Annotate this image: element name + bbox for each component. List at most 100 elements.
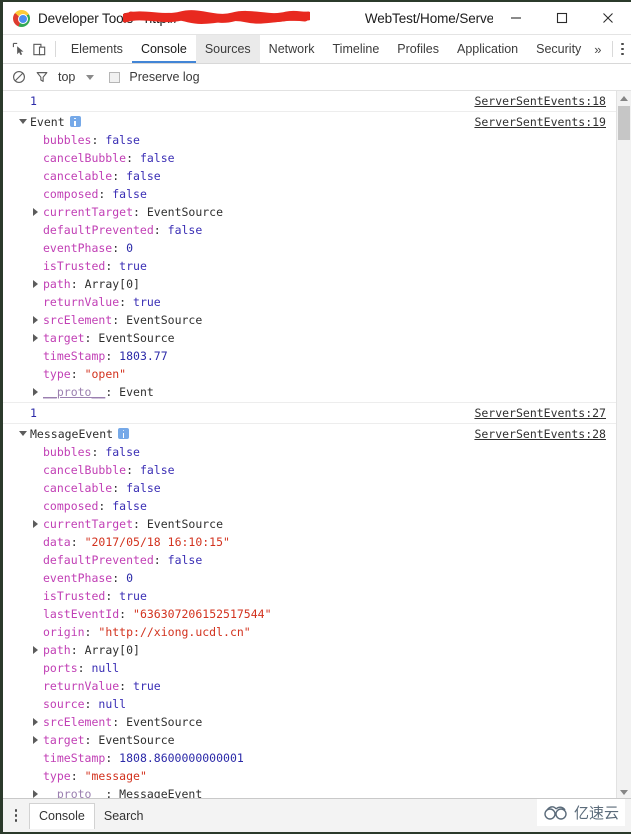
tab-application[interactable]: Application xyxy=(448,35,527,63)
tab-security[interactable]: Security xyxy=(527,35,590,63)
object-header[interactable]: MessageEvent ServerSentEvents:28 xyxy=(3,425,616,443)
object-property-row[interactable]: __proto__: Event xyxy=(3,383,616,401)
minimize-button[interactable] xyxy=(493,3,539,34)
property-value: true xyxy=(133,679,161,693)
source-link[interactable]: ServerSentEvents:18 xyxy=(474,92,606,110)
tab-elements[interactable]: Elements xyxy=(62,35,132,63)
object-property-row[interactable]: path: Array[0] xyxy=(3,275,616,293)
console-count-message[interactable]: 1 ServerSentEvents:18 xyxy=(3,91,616,112)
scrollbar-thumb[interactable] xyxy=(618,106,630,140)
object-property-row[interactable]: currentTarget: EventSource xyxy=(3,515,616,533)
console-count-message[interactable]: 1 ServerSentEvents:27 xyxy=(3,403,616,424)
console-message-list[interactable]: 1 ServerSentEvents:18 Event ServerSentEvent… xyxy=(3,91,616,799)
property-value: EventSource xyxy=(98,331,175,345)
disclosure-triangle-right-icon[interactable] xyxy=(33,388,38,396)
object-property-row[interactable]: defaultPrevented: false xyxy=(3,551,616,569)
object-property-row[interactable]: isTrusted: true xyxy=(3,587,616,605)
tab-network[interactable]: Network xyxy=(260,35,324,63)
object-property-row[interactable]: cancelable: false xyxy=(3,167,616,185)
property-value: Event xyxy=(119,385,154,399)
property-value: false xyxy=(105,133,140,147)
object-property-row[interactable]: origin: "http://xiong.ucdl.cn" xyxy=(3,623,616,641)
object-property-row[interactable]: defaultPrevented: false xyxy=(3,221,616,239)
property-name: origin xyxy=(43,625,85,639)
object-property-row[interactable]: target: EventSource xyxy=(3,329,616,347)
filter-funnel-icon[interactable] xyxy=(35,70,49,84)
disclosure-triangle-down-icon[interactable] xyxy=(19,119,27,124)
property-separator: : xyxy=(133,517,147,531)
maximize-button[interactable] xyxy=(539,3,585,34)
object-property-row[interactable]: isTrusted: true xyxy=(3,257,616,275)
property-separator: : xyxy=(84,697,99,711)
object-property-row[interactable]: path: Array[0] xyxy=(3,641,616,659)
object-property-row[interactable]: cancelBubble: false xyxy=(3,149,616,167)
disclosure-triangle-right-icon[interactable] xyxy=(33,208,38,216)
object-property-row[interactable]: eventPhase: 0 xyxy=(3,239,616,257)
object-header[interactable]: Event ServerSentEvents:19 xyxy=(3,113,616,131)
object-property-row[interactable]: srcElement: EventSource xyxy=(3,311,616,329)
console-vertical-scrollbar[interactable] xyxy=(616,91,631,799)
console-object-message[interactable]: MessageEvent ServerSentEvents:28 bubbles: … xyxy=(3,424,616,799)
tab-console[interactable]: Console xyxy=(131,35,196,63)
object-property-row[interactable]: composed: false xyxy=(3,497,616,515)
disclosure-triangle-right-icon[interactable] xyxy=(33,316,38,324)
property-separator: : xyxy=(105,751,120,765)
tab-label: Profiles xyxy=(397,42,439,56)
disclosure-triangle-right-icon[interactable] xyxy=(33,280,38,288)
tab-profiles[interactable]: Profiles xyxy=(388,35,448,63)
object-property-row[interactable]: composed: false xyxy=(3,185,616,203)
chevron-down-icon[interactable] xyxy=(86,74,95,80)
object-property-row[interactable]: returnValue: true xyxy=(3,293,616,311)
drawer-menu-icon[interactable] xyxy=(3,809,29,822)
tab-sources[interactable]: Sources xyxy=(195,35,260,63)
scroll-up-arrow[interactable] xyxy=(617,91,631,105)
object-property-row[interactable]: cancelable: false xyxy=(3,479,616,497)
clear-console-icon[interactable] xyxy=(12,70,26,84)
device-toolbar-icon[interactable] xyxy=(30,35,51,63)
property-value: true xyxy=(119,589,147,603)
object-property-row[interactable]: srcElement: EventSource xyxy=(3,713,616,731)
tab-timeline[interactable]: Timeline xyxy=(324,35,389,63)
object-property-row[interactable]: target: EventSource xyxy=(3,731,616,749)
object-property-row[interactable]: lastEventId: "636307206152517544" xyxy=(3,605,616,623)
more-tabs-chevron-icon[interactable]: » xyxy=(590,35,607,63)
drawer-tab-console[interactable]: Console xyxy=(29,802,95,829)
disclosure-triangle-right-icon[interactable] xyxy=(33,646,38,654)
more-tabs-label: » xyxy=(594,41,602,57)
object-property-row[interactable]: currentTarget: EventSource xyxy=(3,203,616,221)
execution-context-selector[interactable]: top xyxy=(58,70,75,84)
console-object-message[interactable]: Event ServerSentEvents:19 bubbles: false ca… xyxy=(3,112,616,403)
object-property-row[interactable]: returnValue: true xyxy=(3,677,616,695)
object-property-row[interactable]: bubbles: false xyxy=(3,443,616,461)
object-property-row[interactable]: timeStamp: 1803.77 xyxy=(3,347,616,365)
source-link[interactable]: ServerSentEvents:27 xyxy=(474,404,606,422)
object-property-row[interactable]: bubbles: false xyxy=(3,131,616,149)
object-property-row[interactable]: type: "open" xyxy=(3,365,616,383)
object-property-row[interactable]: eventPhase: 0 xyxy=(3,569,616,587)
disclosure-triangle-right-icon[interactable] xyxy=(33,520,38,528)
disclosure-triangle-right-icon[interactable] xyxy=(33,334,38,342)
inspect-element-icon[interactable] xyxy=(9,35,30,63)
disclosure-triangle-right-icon[interactable] xyxy=(33,790,38,798)
source-link[interactable]: ServerSentEvents:19 xyxy=(474,113,606,131)
object-property-row[interactable]: cancelBubble: false xyxy=(3,461,616,479)
close-button[interactable] xyxy=(585,3,631,34)
drawer-tab-search[interactable]: Search xyxy=(95,803,153,829)
object-property-row[interactable]: type: "message" xyxy=(3,767,616,785)
info-icon[interactable] xyxy=(118,428,130,439)
property-value: EventSource xyxy=(98,733,175,747)
info-icon[interactable] xyxy=(69,116,81,127)
scroll-down-arrow[interactable] xyxy=(617,785,631,799)
object-property-row[interactable]: timeStamp: 1808.8600000000001 xyxy=(3,749,616,767)
object-property-row[interactable]: data: "2017/05/18 16:10:15" xyxy=(3,533,616,551)
object-property-row[interactable]: source: null xyxy=(3,695,616,713)
kebab-menu-icon[interactable] xyxy=(614,35,631,63)
object-property-row[interactable]: __proto__: MessageEvent xyxy=(3,785,616,799)
preserve-log-checkbox[interactable] xyxy=(109,71,121,83)
property-name: lastEventId xyxy=(43,607,120,621)
disclosure-triangle-down-icon[interactable] xyxy=(19,431,27,436)
disclosure-triangle-right-icon[interactable] xyxy=(33,718,38,726)
disclosure-triangle-right-icon[interactable] xyxy=(33,736,38,744)
source-link[interactable]: ServerSentEvents:28 xyxy=(474,425,606,443)
object-property-row[interactable]: ports: null xyxy=(3,659,616,677)
